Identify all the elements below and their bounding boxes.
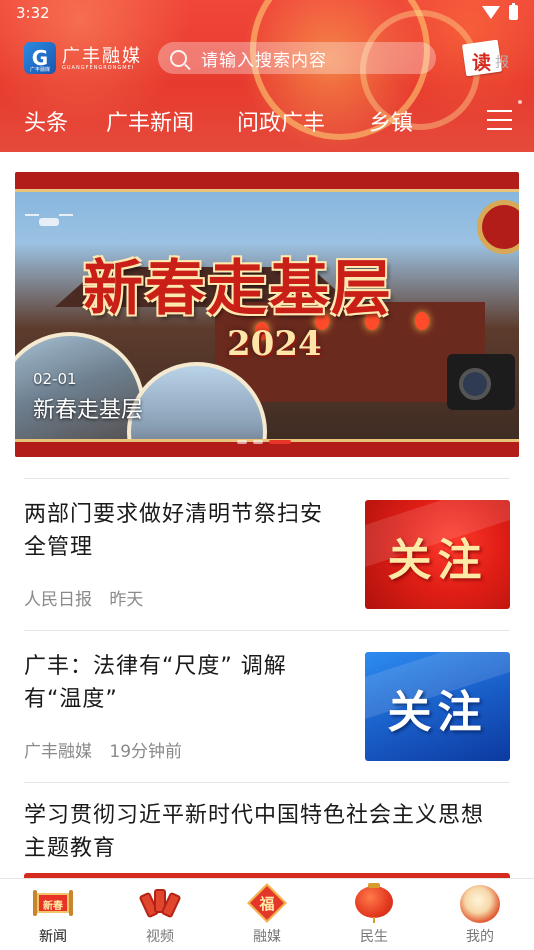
carousel-dot [253,440,263,444]
banner-caption: 新春走基层 [33,398,144,423]
wifi-icon [482,6,500,19]
news-title: 学习贯彻习近平新时代中国特色社会主义思想 主题教育 [24,799,484,865]
tab-guangfeng-news[interactable]: 广丰新闻 [106,105,194,137]
news-time: 昨天 [109,590,144,610]
firecracker-icon [138,885,182,921]
banner-carousel[interactable]: 新春走基层 2024 02-01 新春走基层 [15,172,519,457]
bottom-tab-label: 视频 [146,929,174,945]
lantern-icon [415,312,429,330]
tab-wenzheng[interactable]: 问政广丰 [237,105,325,137]
news-item[interactable]: 广丰：法律有“尺度” 调解 有“温度” 广丰融媒 19分钟前 关注 [0,630,534,782]
bottom-tab-rongmei[interactable]: 福 融媒 [222,879,312,950]
banner-ornament [477,200,519,254]
scroll-icon: 新春 [33,887,73,919]
scroll-icon-text: 新春 [43,901,63,912]
news-source: 广丰融媒 [24,742,92,762]
read-newspaper-button[interactable]: 读 报 [461,38,516,77]
news-meta: 广丰融媒 19分钟前 [24,737,182,762]
bottom-tab-mine[interactable]: 我的 [435,879,525,950]
menu-icon[interactable] [487,110,512,130]
carousel-dot [237,440,247,444]
status-time: 3:32 [16,4,50,22]
news-item[interactable]: 两部门要求做好清明节祭扫安 全管理 人民日报 昨天 关注 [0,478,534,630]
news-meta: 人民日报 昨天 [24,585,143,610]
news-title-line: 全管理 [24,535,94,560]
app-header: 3:32 G 广丰融媒 广丰融媒 GUANGFENGRONGMEI 请输入搜索内… [0,0,534,152]
tab-headlines[interactable]: 头条 [24,105,68,137]
news-title-line: 广丰：法律有“尺度” 调解 [24,654,287,679]
bottom-tab-news[interactable]: 新春 新闻 [8,879,98,950]
carousel-dot-active [269,440,291,444]
news-title: 广丰：法律有“尺度” 调解 有“温度” [24,650,287,716]
news-title-line: 有“温度” [24,687,118,712]
camera-icon [447,354,515,410]
news-item[interactable]: 学习贯彻习近平新时代中国特色社会主义思想 主题教育 [0,782,534,874]
tab-more-dot [518,100,522,104]
bottom-navigation: 新春 新闻 视频 福 融媒 民生 我的 [0,878,534,950]
news-title-line: 主题教育 [24,836,117,861]
search-icon [170,49,187,67]
channel-tabs: 头条 广丰新闻 问政广丰 乡镇 [0,98,534,142]
thumb-text: 关注 [387,687,488,738]
news-title: 两部门要求做好清明节祭扫安 全管理 [24,498,323,564]
bottom-tab-video[interactable]: 视频 [115,879,205,950]
banner-date: 02-01 [33,370,77,388]
search-placeholder: 请输入搜索内容 [201,50,327,71]
banner-bottom-band [15,439,519,457]
fu-icon-text: 福 [259,895,275,913]
battery-icon [509,3,518,20]
banner-top-band [15,172,519,192]
read-paper-label: 读 [472,52,492,74]
lantern-icon [355,883,393,923]
bottom-tab-label: 我的 [466,929,494,945]
thumb-text: 关注 [387,535,488,586]
brand-pinyin: GUANGFENGRONGMEI [62,65,135,71]
drum-icon [460,885,500,923]
drone-icon [25,212,73,230]
news-time: 19分钟前 [109,742,183,762]
banner-title-art: 新春走基层 [83,254,393,324]
search-input[interactable]: 请输入搜索内容 [158,42,436,74]
news-title-line: 学习贯彻习近平新时代中国特色社会主义思想 [24,803,485,828]
tab-towns[interactable]: 乡镇 [369,105,413,137]
read-paper-label-2: 报 [495,55,509,71]
bottom-tab-label: 新闻 [39,929,67,945]
news-source: 人民日报 [24,590,92,610]
bottom-tab-label: 融媒 [253,929,281,945]
banner-year: 2024 [227,324,322,364]
news-thumbnail: 关注 [365,500,510,609]
news-thumbnail: 关注 [365,652,510,761]
bottom-tab-minsheng[interactable]: 民生 [329,879,419,950]
logo-sub-text: 广丰融媒 [29,67,50,73]
bottom-tab-label: 民生 [360,929,388,945]
status-bar: 3:32 [0,0,534,28]
app-logo-icon: G 广丰融媒 [24,42,56,74]
news-title-line: 两部门要求做好清明节祭扫安 [24,502,324,527]
